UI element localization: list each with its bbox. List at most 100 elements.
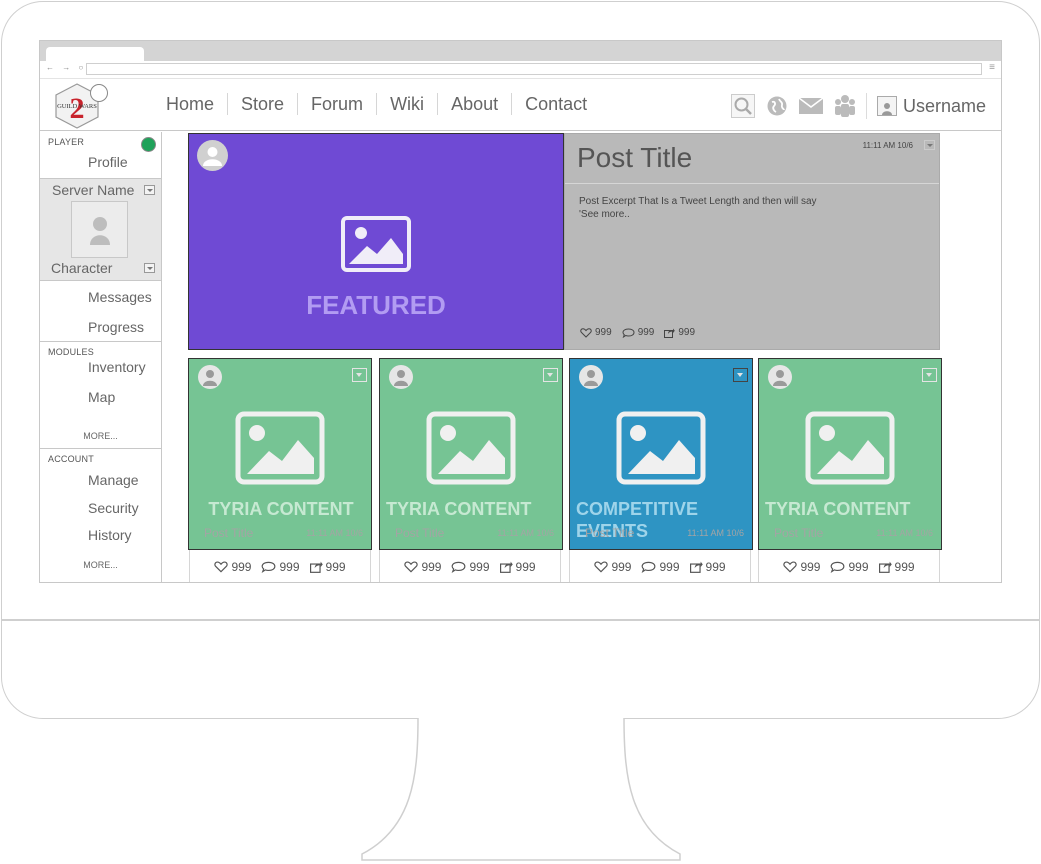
- sidebar-item-history[interactable]: History: [40, 516, 161, 543]
- sidebar-item-map[interactable]: Map: [40, 375, 161, 405]
- content-card[interactable]: TYRIA CONTENT Post Title 11:11 AM 10/6: [188, 358, 372, 550]
- heart-icon: [214, 561, 229, 573]
- post-card[interactable]: Post Title 11:11 AM 10/6 Post Excerpt Th…: [564, 133, 940, 350]
- share-stat[interactable]: 999: [664, 327, 695, 338]
- card-post-title[interactable]: Post Title: [774, 526, 823, 540]
- character-select[interactable]: Character: [51, 260, 112, 276]
- sidebar-caption-modules: MODULES: [48, 347, 94, 357]
- comment-count: 999: [279, 560, 300, 574]
- content-card[interactable]: COMPETITIVE EVENTS Post Title 11:11 AM 1…: [569, 358, 753, 550]
- post-dropdown-icon[interactable]: [924, 140, 935, 150]
- sidebar-item-progress[interactable]: Progress: [40, 305, 161, 335]
- sidebar-item-manage[interactable]: Manage: [40, 464, 161, 488]
- heart-icon: [404, 561, 419, 573]
- main-nav: Home Store Forum Wiki About Contact: [153, 91, 600, 117]
- like-count: 999: [595, 327, 612, 338]
- like-count: 999: [611, 560, 632, 574]
- comment-stat[interactable]: 999: [451, 560, 490, 574]
- sidebar-item-inventory[interactable]: Inventory: [40, 357, 161, 375]
- like-stat[interactable]: 999: [783, 560, 820, 574]
- share-count: 999: [325, 560, 346, 574]
- like-count: 999: [800, 560, 821, 574]
- card-category-label: TYRIA CONTENT: [765, 499, 911, 519]
- card-dropdown-icon[interactable]: [543, 368, 558, 382]
- card-post-title[interactable]: Post Title: [204, 526, 253, 540]
- share-stat[interactable]: 999: [878, 560, 915, 574]
- card-post-title[interactable]: Post Title: [585, 526, 634, 540]
- nav-contact[interactable]: Contact: [511, 93, 600, 115]
- featured-card[interactable]: FEATURED: [188, 133, 564, 350]
- sidebar-messages-section: Messages Progress: [40, 281, 161, 342]
- content-card[interactable]: TYRIA CONTENT Post Title 11:11 AM 10/6: [379, 358, 563, 550]
- share-count: 999: [705, 560, 726, 574]
- share-stat[interactable]: 999: [499, 560, 536, 574]
- svg-text:GUILD WARS: GUILD WARS: [57, 103, 97, 110]
- card-timestamp: 11:11 AM 10/6: [497, 528, 554, 538]
- card-author-avatar[interactable]: [389, 365, 413, 389]
- sidebar-more-modules[interactable]: MORE...: [40, 405, 161, 441]
- comment-stat[interactable]: 999: [641, 560, 680, 574]
- card-dropdown-icon[interactable]: [922, 368, 937, 382]
- sidebar-item-security[interactable]: Security: [40, 488, 161, 516]
- like-stat[interactable]: 999: [580, 327, 612, 338]
- nav-home[interactable]: Home: [153, 93, 227, 115]
- comment-count: 999: [848, 560, 869, 574]
- server-character-block: Server Name Character: [40, 179, 161, 281]
- search-icon[interactable]: [730, 93, 756, 119]
- mail-icon[interactable]: [798, 93, 824, 119]
- featured-author-avatar[interactable]: [197, 140, 228, 171]
- like-stat[interactable]: 999: [594, 560, 631, 574]
- browser-nav-icons[interactable]: ← → ○: [46, 63, 86, 72]
- sidebar-item-messages[interactable]: Messages: [40, 281, 161, 305]
- monitor-stand: [361, 718, 681, 861]
- heart-icon: [580, 327, 592, 338]
- share-count: 999: [894, 560, 915, 574]
- post-title[interactable]: Post Title: [577, 142, 692, 174]
- card-dropdown-icon[interactable]: [352, 368, 367, 382]
- comment-stat[interactable]: 999: [261, 560, 300, 574]
- header-icons: Username: [730, 91, 986, 121]
- card-author-avatar[interactable]: [579, 365, 603, 389]
- like-stat[interactable]: 999: [214, 560, 251, 574]
- globe-icon[interactable]: [764, 93, 790, 119]
- group-icon[interactable]: [832, 93, 858, 119]
- nav-wiki[interactable]: Wiki: [376, 93, 437, 115]
- server-dropdown-icon[interactable]: [144, 185, 155, 195]
- post-excerpt: Post Excerpt That Is a Tweet Length and …: [579, 195, 869, 221]
- character-dropdown-icon[interactable]: [144, 263, 155, 273]
- like-stat[interactable]: 999: [404, 560, 441, 574]
- post-title-bar: Post Title 11:11 AM 10/6: [565, 134, 939, 184]
- image-placeholder-icon: [805, 411, 895, 485]
- browser-tab[interactable]: [46, 47, 144, 62]
- nav-about[interactable]: About: [437, 93, 511, 115]
- user-menu[interactable]: Username: [877, 96, 986, 117]
- image-placeholder-icon: [235, 411, 325, 485]
- nav-store[interactable]: Store: [227, 93, 297, 115]
- share-icon: [309, 561, 323, 573]
- image-placeholder-icon: [616, 411, 706, 485]
- sidebar-more-account[interactable]: MORE...: [40, 543, 161, 570]
- card-dropdown-icon[interactable]: [733, 368, 748, 382]
- username: Username: [903, 95, 987, 116]
- sidebar-caption-account: ACCOUNT: [48, 454, 94, 464]
- card-author-avatar[interactable]: [198, 365, 222, 389]
- content-card[interactable]: TYRIA CONTENT Post Title 11:11 AM 10/6: [758, 358, 942, 550]
- comment-stat[interactable]: 999: [830, 560, 869, 574]
- card-post-title[interactable]: Post Title: [395, 526, 444, 540]
- comment-stat[interactable]: 999: [622, 327, 654, 338]
- share-count: 999: [678, 327, 696, 338]
- sidebar-item-profile[interactable]: Profile: [40, 147, 161, 170]
- card-stats: 999 999 999: [189, 550, 371, 582]
- card-stats: 999 999 999: [758, 550, 940, 582]
- address-bar[interactable]: [86, 63, 982, 75]
- character-avatar[interactable]: [71, 201, 128, 258]
- nav-forum[interactable]: Forum: [297, 93, 376, 115]
- server-name-select[interactable]: Server Name: [52, 182, 134, 198]
- comment-icon: [452, 561, 466, 573]
- share-stat[interactable]: 999: [309, 560, 346, 574]
- card-author-avatar[interactable]: [768, 365, 792, 389]
- share-icon: [499, 561, 513, 573]
- share-stat[interactable]: 999: [689, 560, 726, 574]
- see-more-link[interactable]: 'See more..: [579, 208, 869, 221]
- browser-menu-icon[interactable]: ≡: [989, 62, 995, 73]
